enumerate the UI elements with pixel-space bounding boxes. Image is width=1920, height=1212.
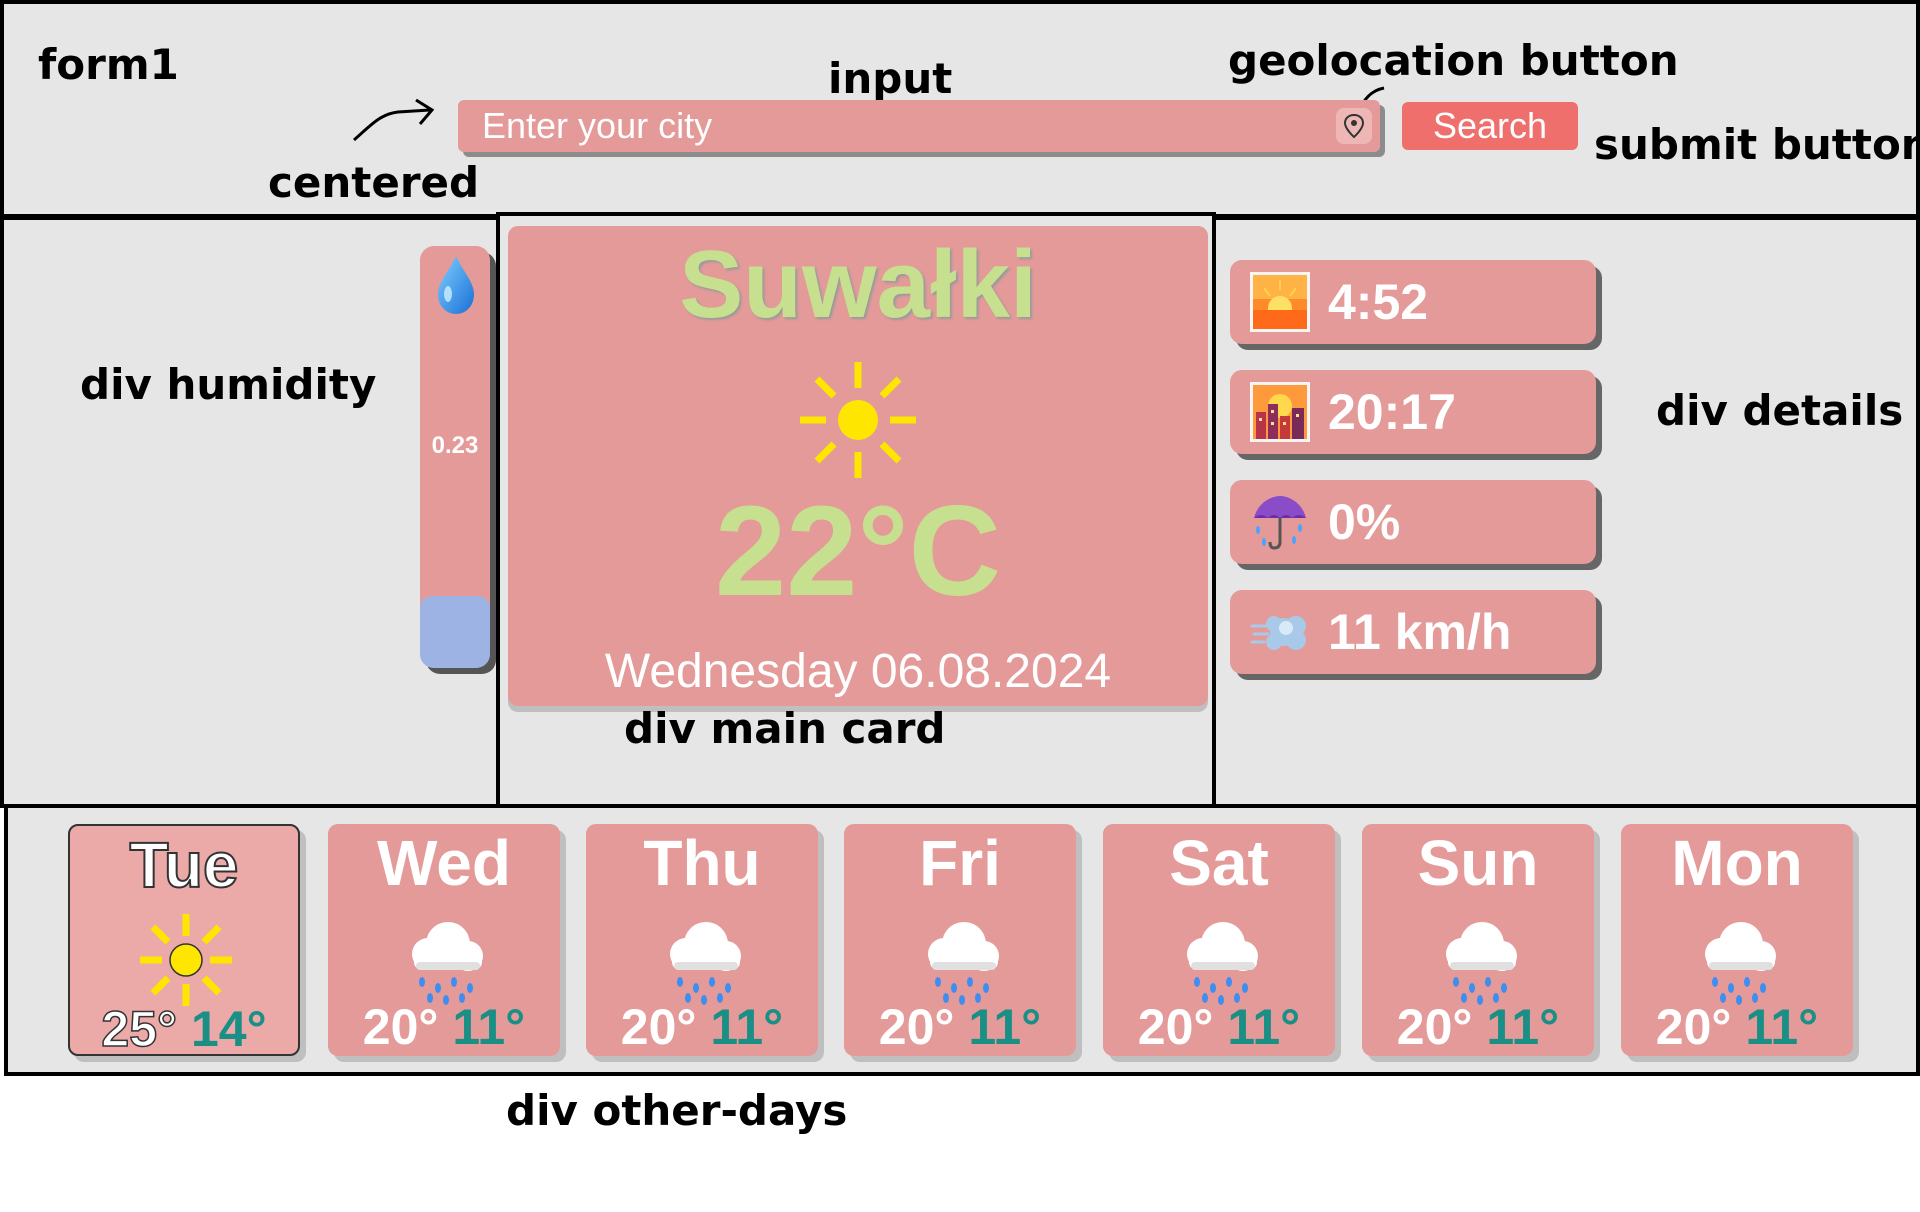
sunset-time: 20:17 (1328, 384, 1456, 440)
wind-card: 11 km/h (1230, 590, 1596, 674)
rain-cloud-icon (1705, 922, 1776, 1005)
sunrise-time: 4:52 (1328, 274, 1429, 330)
annotation-div-humidity: div humidity (80, 360, 377, 409)
day-card-sun[interactable]: Sun 20° 11° (1362, 824, 1594, 1056)
annotation-geolocation-button: geolocation button (1228, 36, 1679, 85)
day-name: Wed (377, 827, 511, 899)
rain-cloud-icon (412, 922, 483, 1005)
day-card-tue[interactable]: Tue 25° 14° (68, 824, 300, 1058)
day-temps: 20° 11° (1362, 1000, 1594, 1055)
day-max-temp: 25° (101, 1001, 178, 1058)
day-min-temp: 11° (1745, 999, 1819, 1055)
sun-icon (800, 362, 916, 478)
day-min-temp: 11° (1227, 999, 1301, 1055)
day-temps: 20° 11° (844, 1000, 1076, 1055)
current-temperature: 22°C (715, 480, 1001, 623)
day-temps: 25° 14° (70, 1001, 298, 1058)
annotation-centered: centered (268, 158, 480, 207)
sun-icon (140, 914, 232, 1006)
city-name: Suwałki (679, 231, 1037, 338)
current-date: Wednesday 06.08.2024 (604, 645, 1112, 698)
geolocation-button[interactable] (1336, 108, 1372, 144)
day-max-temp: 20° (620, 999, 697, 1055)
rain-cloud-icon (670, 922, 741, 1005)
day-name: Tue (128, 829, 239, 902)
wind-icon (1250, 616, 1306, 650)
day-min-temp: 11° (968, 999, 1042, 1055)
droplet-icon (438, 256, 474, 314)
search-button[interactable]: Search (1402, 102, 1578, 150)
umbrella-rain-icon (1254, 496, 1306, 550)
precipitation-card: 0% (1230, 480, 1596, 564)
day-temps: 20° 11° (1621, 1000, 1853, 1055)
annotation-div-main-card: div main card (624, 704, 946, 753)
day-max-temp: 20° (362, 999, 439, 1055)
day-name: Sat (1169, 827, 1269, 899)
day-min-temp: 11° (1486, 999, 1560, 1055)
humidity-value: 0.23 (431, 432, 479, 459)
humidity-bar-fill (420, 596, 490, 668)
day-name: Mon (1671, 827, 1803, 899)
day-max-temp: 20° (1396, 999, 1473, 1055)
day-name: Fri (919, 827, 1001, 899)
rain-cloud-icon (1446, 922, 1517, 1005)
day-temps: 20° 11° (1103, 1000, 1335, 1055)
sunset-city-icon (1250, 382, 1310, 442)
annotation-submit-button: submit button (1594, 120, 1920, 169)
day-min-temp: 11° (710, 999, 784, 1055)
centered-arrow-icon (353, 98, 435, 142)
day-name: Sun (1417, 827, 1539, 899)
day-name: Thu (643, 827, 761, 899)
day-min-temp: 14° (190, 1001, 267, 1057)
day-card-sat[interactable]: Sat 20° 11° (1103, 824, 1335, 1056)
day-temps: 20° 11° (586, 1000, 818, 1055)
rain-cloud-icon (928, 922, 999, 1005)
day-min-temp: 11° (452, 999, 526, 1055)
day-max-temp: 20° (878, 999, 955, 1055)
city-input[interactable]: Enter your city (458, 100, 1380, 152)
annotation-div-other-days: div other-days (506, 1086, 848, 1135)
location-pin-icon (1343, 113, 1365, 139)
annotation-form1: form1 (38, 40, 179, 89)
sunrise-card: 4:52 (1230, 260, 1596, 344)
wind-speed: 11 km/h (1328, 604, 1512, 660)
precipitation-value: 0% (1328, 494, 1401, 550)
day-max-temp: 20° (1655, 999, 1732, 1055)
day-card-mon[interactable]: Mon 20° 11° (1621, 824, 1853, 1056)
day-card-fri[interactable]: Fri 20° 11° (844, 824, 1076, 1056)
day-temps: 20° 11° (328, 1000, 560, 1055)
sunset-card: 20:17 (1230, 370, 1596, 454)
day-card-wed[interactable]: Wed 20° 11° (328, 824, 560, 1056)
day-card-thu[interactable]: Thu 20° 11° (586, 824, 818, 1056)
annotation-input: input (828, 54, 953, 103)
annotation-div-details: div details (1656, 386, 1904, 435)
day-max-temp: 20° (1137, 999, 1214, 1055)
sunrise-icon (1250, 272, 1310, 332)
rain-cloud-icon (1187, 922, 1258, 1005)
